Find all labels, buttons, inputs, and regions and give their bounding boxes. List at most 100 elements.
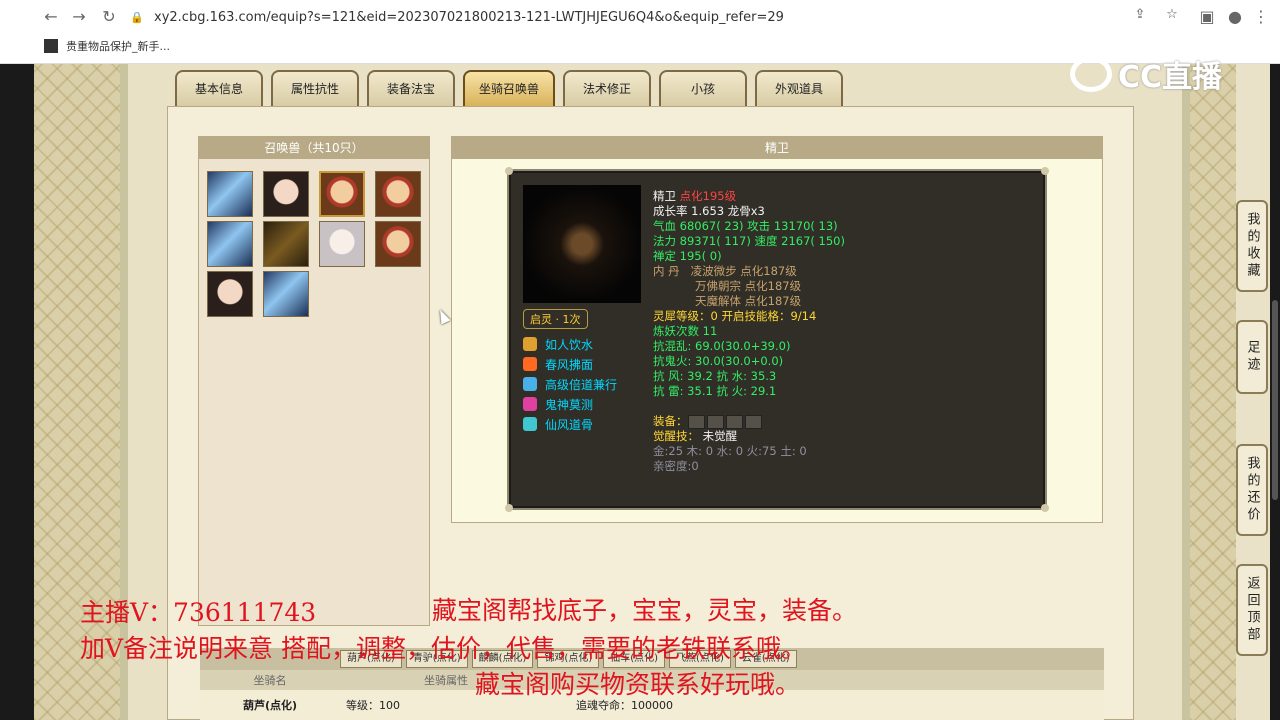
- share-icon[interactable]: ⇪: [1130, 7, 1150, 27]
- col-mount-attr: 坐骑属性: [424, 674, 468, 687]
- skill-item[interactable]: 仙风道骨: [523, 414, 617, 434]
- pet-avatar[interactable]: [319, 221, 365, 267]
- forward-icon[interactable]: →: [68, 6, 90, 28]
- pet-list-title: 召唤兽（共10只）: [199, 137, 429, 159]
- pet-list-panel: 召唤兽（共10只）: [198, 136, 430, 626]
- reload-icon[interactable]: ↻: [98, 6, 120, 28]
- tab-spell-correction[interactable]: 法术修正: [563, 70, 652, 106]
- skill-item[interactable]: 高级倍道兼行: [523, 374, 617, 394]
- col-mount-name: 坐骑名: [253, 674, 287, 687]
- scrollbar-thumb[interactable]: [1272, 300, 1278, 500]
- bookmark-label: 贵重物品保护_新手...: [66, 40, 170, 53]
- skill-item[interactable]: 如人饮水: [523, 334, 617, 354]
- pet-detail-card: 启灵 · 1次 如人饮水 春风拂面 高级倍道兼行 鬼神莫测 仙风道骨 精卫 点化…: [505, 167, 1049, 512]
- bookmark-item[interactable]: 贵重物品保护_新手...: [44, 38, 170, 54]
- overlay-contact: 主播V：736111743: [80, 598, 317, 627]
- skill-icon: [523, 377, 537, 391]
- mount-name: 葫芦(点化): [242, 699, 298, 712]
- pet-portrait: [523, 185, 641, 303]
- profile-icon[interactable]: ●: [1224, 6, 1246, 28]
- skill-list: 如人饮水 春风拂面 高级倍道兼行 鬼神莫测 仙风道骨: [523, 334, 617, 434]
- stream-logo: CC直播: [1070, 52, 1222, 96]
- skill-label: 仙风道骨: [545, 417, 594, 432]
- sidepanel-icon[interactable]: ▣: [1196, 6, 1218, 28]
- neidan-item: 凌波微步 点化187级: [690, 264, 797, 278]
- footprint-button[interactable]: 足迹: [1236, 320, 1268, 394]
- equip-label: 装备：: [653, 414, 688, 428]
- back-icon[interactable]: ←: [40, 6, 62, 28]
- stat-hp: 气血 68067( 23): [653, 219, 744, 233]
- lianyao-count: 炼妖次数 11: [653, 324, 718, 338]
- resist-thunder-fire: 抗 雷: 35.1 抗 火: 29.1: [653, 384, 777, 398]
- skill-icon: [523, 417, 537, 431]
- card-corner: [505, 167, 513, 175]
- overlay-promo: 藏宝阁购买物资联系好玩哦。: [475, 670, 801, 699]
- resist-ghostfire: 抗鬼火: 30.0(30.0+0.0): [653, 354, 784, 368]
- skill-label: 高级倍道兼行: [545, 377, 618, 392]
- star-icon[interactable]: ☆: [1162, 7, 1182, 27]
- neidan-label: 内 丹: [653, 264, 680, 278]
- awaken-label: 觉醒技：: [653, 429, 699, 443]
- linxi-level: 灵犀等级：0 开启技能格：9/14: [653, 309, 817, 323]
- pet-avatar-selected[interactable]: [319, 171, 365, 217]
- overlay-service: 藏宝阁帮找底子，宝宝，灵宝，装备。: [432, 596, 858, 625]
- pet-avatar[interactable]: [207, 271, 253, 317]
- pet-avatar[interactable]: [263, 221, 309, 267]
- tab-basic-info[interactable]: 基本信息: [175, 70, 263, 106]
- skill-icon: [523, 337, 537, 351]
- intimacy: 亲密度:0: [653, 459, 699, 473]
- overlay-note: 加V备注说明来意 搭配，调整，估价，代售，需要的老铁联系哦。: [80, 634, 807, 663]
- bookmark-favicon-icon: [44, 39, 58, 53]
- tab-equipment[interactable]: 装备法宝: [367, 70, 455, 106]
- pet-avatar[interactable]: [207, 171, 253, 217]
- stat-focus: 禅定 195( 0): [653, 249, 722, 263]
- skill-label: 如人饮水: [545, 337, 594, 352]
- neidan-item: 天魔解体 点化187级: [695, 294, 802, 308]
- element-values: 金:25 木: 0 水: 0 火:75 土: 0: [653, 444, 807, 458]
- skill-item[interactable]: 鬼神莫测: [523, 394, 617, 414]
- card-corner: [505, 504, 513, 512]
- pet-name: 精卫: [653, 189, 676, 203]
- equip-slot[interactable]: [687, 414, 705, 429]
- pet-avatar[interactable]: [207, 221, 253, 267]
- lock-icon: 🔒: [130, 10, 144, 24]
- skill-label: 鬼神莫测: [545, 397, 594, 412]
- pet-avatar[interactable]: [263, 171, 309, 217]
- stat-mp: 法力 89371( 117): [653, 234, 751, 248]
- resist-wind-water: 抗 风: 39.2 抗 水: 35.3: [653, 369, 777, 383]
- background-pattern-right: [1190, 64, 1236, 720]
- neidan-item: 万佛朝宗 点化187级: [695, 279, 802, 293]
- equip-slot[interactable]: [725, 414, 743, 429]
- tab-appearance[interactable]: 外观道具: [755, 70, 844, 106]
- menu-icon[interactable]: ⋮: [1250, 6, 1272, 28]
- pet-avatar[interactable]: [375, 221, 421, 267]
- my-offers-button[interactable]: 我的还价: [1236, 444, 1268, 536]
- skill-label: 春风拂面: [545, 357, 594, 372]
- logo-text: CC直播: [1118, 60, 1223, 95]
- growth-rate: 成长率 1.653 龙骨x3: [653, 204, 765, 218]
- pet-level: 点化195级: [679, 189, 737, 203]
- tab-mounts-pets[interactable]: 坐骑召唤兽: [463, 70, 556, 106]
- left-edge: [0, 64, 34, 720]
- resist-chaos: 抗混乱: 69.0(30.0+39.0): [653, 339, 791, 353]
- skill-item[interactable]: 春风拂面: [523, 354, 617, 374]
- stat-atk: 攻击 13170( 13): [747, 219, 838, 233]
- tab-child[interactable]: 小孩: [659, 70, 748, 106]
- address-bar[interactable]: 🔒 xy2.cbg.163.com/equip?s=121&eid=202307…: [130, 5, 1190, 29]
- card-corner: [1041, 167, 1049, 175]
- tab-attributes[interactable]: 属性抗性: [271, 70, 359, 106]
- skill-icon: [523, 397, 537, 411]
- url-text: xy2.cbg.163.com/equip?s=121&eid=20230702…: [154, 9, 784, 25]
- favorites-button[interactable]: 我的收藏: [1236, 200, 1268, 292]
- equip-slot[interactable]: [706, 414, 724, 429]
- equip-slot[interactable]: [744, 414, 762, 429]
- qiling-badge: 启灵 · 1次: [523, 309, 588, 329]
- pet-avatar[interactable]: [263, 271, 309, 317]
- pet-detail-title: 精卫: [452, 137, 1102, 159]
- cc-logo-icon: [1070, 56, 1112, 92]
- card-corner: [1041, 504, 1049, 512]
- back-to-top-button[interactable]: 返回顶部: [1236, 564, 1268, 656]
- tab-bar: 基本信息 属性抗性 装备法宝 坐骑召唤兽 法术修正 小孩 外观道具: [175, 70, 851, 106]
- stat-spd: 速度 2167( 150): [754, 234, 845, 248]
- pet-avatar[interactable]: [375, 171, 421, 217]
